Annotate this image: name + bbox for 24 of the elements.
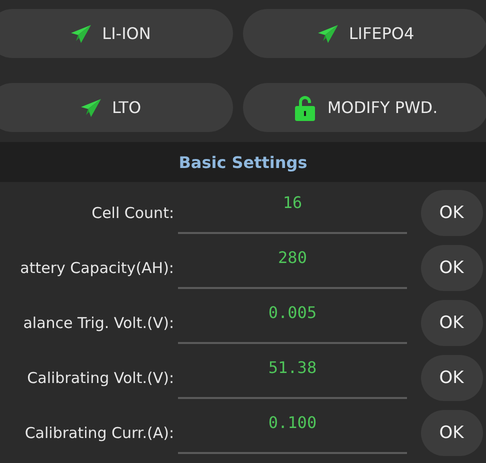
ok-button[interactable]: OK [420,410,482,456]
mode-button[interactable]: LIFEPO4 [243,9,486,58]
input-field[interactable]: 0.100 [178,409,407,454]
setting-label: Calibrating Volt.(V): [27,368,175,386]
ok-button[interactable]: OK [420,300,482,346]
setting-label: attery Capacity(AH): [20,258,175,276]
mode-button[interactable]: LTO [0,83,233,132]
mode-button[interactable]: MODIFY PWD. [243,83,486,132]
paper-plane-icon [316,24,339,44]
setting-label: Cell Count: [92,204,175,222]
paper-plane-icon [70,24,92,44]
ok-button[interactable]: OK [420,244,482,290]
ok-button[interactable]: OK [420,354,482,400]
input-field[interactable]: 280 [178,244,407,289]
setting-label: Calibrating Curr.(A): [24,424,175,442]
section-title: Basic Settings [178,152,308,172]
input-field[interactable]: 51.38 [178,354,407,399]
input-field[interactable]: 0.005 [178,299,407,344]
input-field[interactable]: 16 [178,189,407,234]
mode-button[interactable]: LI-ION [0,9,233,58]
paper-plane-icon [80,98,102,118]
lock-icon [293,94,318,120]
setting-label: alance Trig. Volt.(V): [23,314,175,332]
ok-button[interactable]: OK [420,190,482,236]
